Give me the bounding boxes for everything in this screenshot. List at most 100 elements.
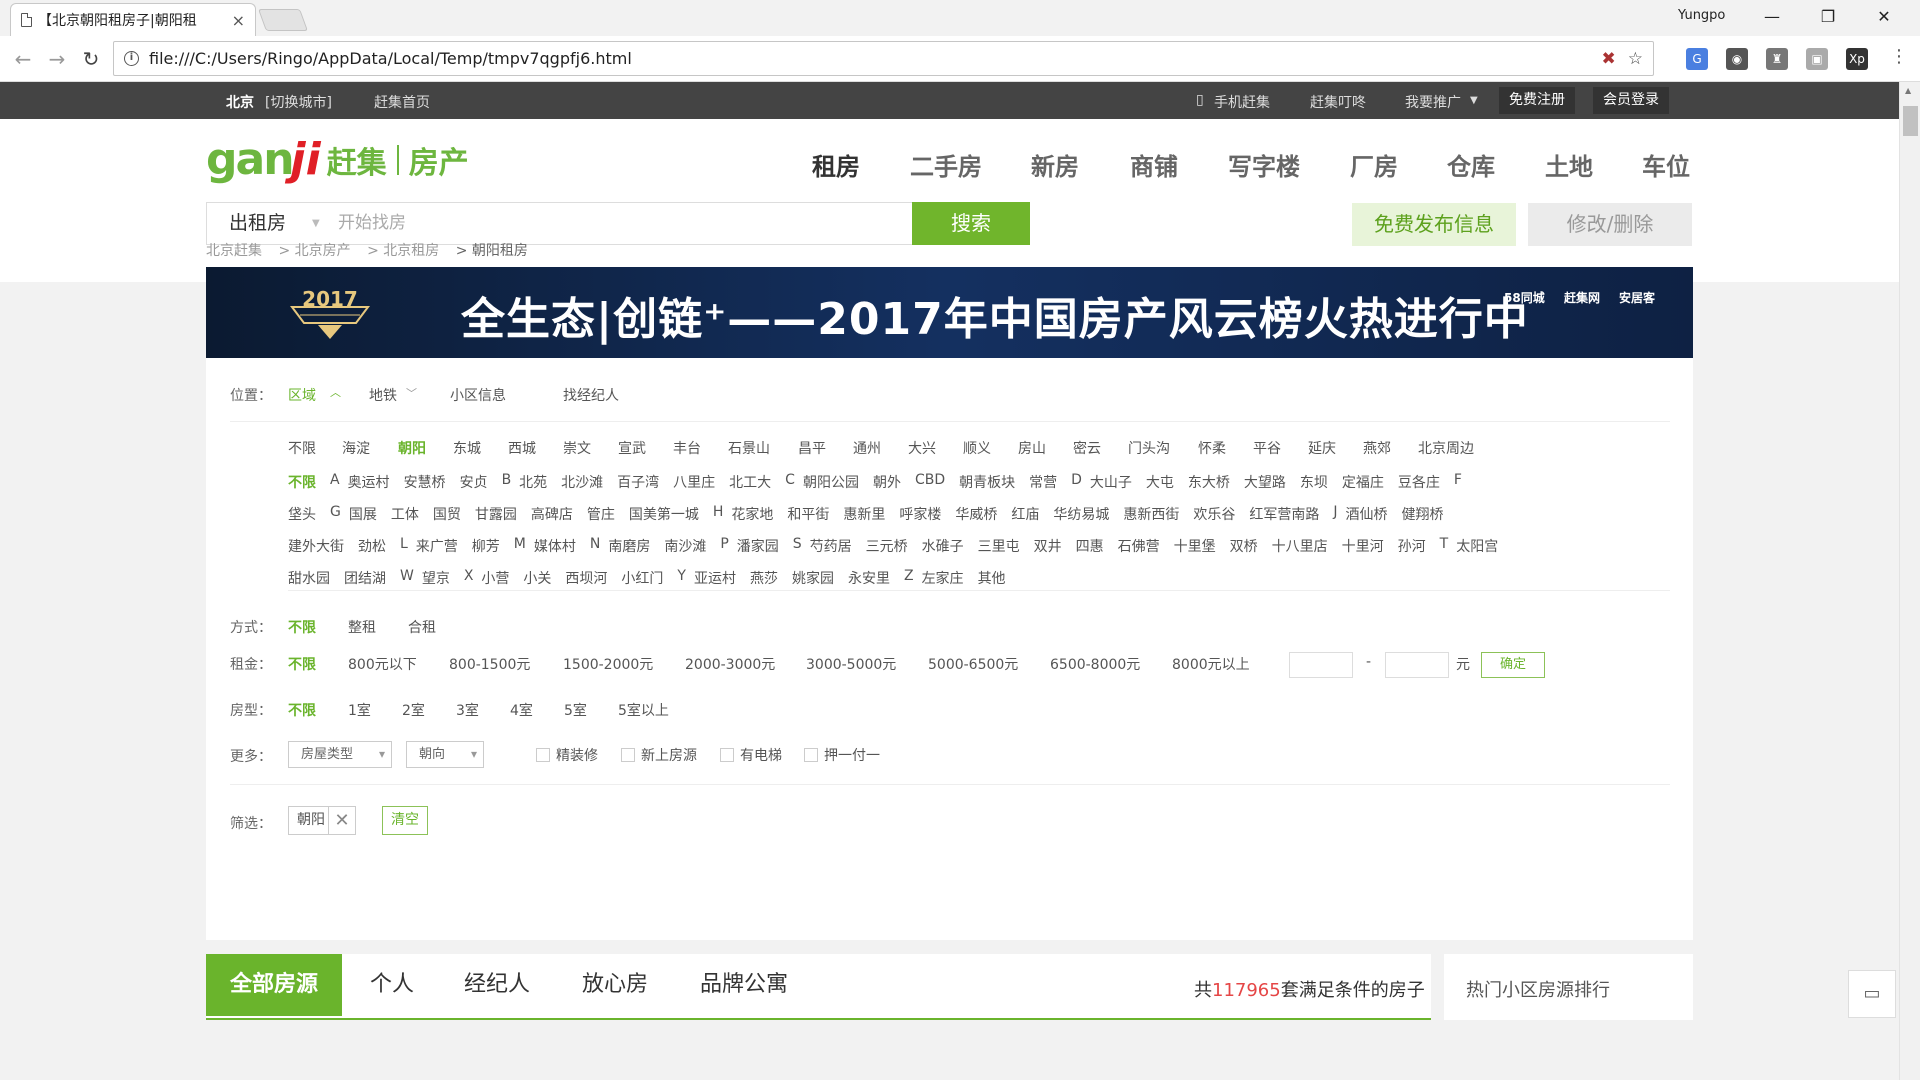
- area-item[interactable]: 惠新西街: [1123, 504, 1179, 524]
- ganji-logo[interactable]: gan ji 赶集 房产: [206, 134, 469, 185]
- checkbox[interactable]: [720, 748, 734, 762]
- extension-icon[interactable]: ◉: [1726, 48, 1748, 70]
- district-item[interactable]: 不限: [288, 438, 316, 458]
- breadcrumb-item[interactable]: 北京赶集: [206, 243, 262, 259]
- area-item[interactable]: 水碓子: [922, 536, 964, 556]
- area-item[interactable]: 永安里: [848, 568, 890, 588]
- area-item[interactable]: 十里河: [1342, 536, 1384, 556]
- area-item[interactable]: 红军营南路: [1249, 504, 1319, 524]
- area-item[interactable]: 大山子: [1090, 472, 1132, 492]
- area-item[interactable]: 北沙滩: [561, 472, 603, 492]
- feedback-icon[interactable]: ▭: [1848, 970, 1896, 1018]
- nav-factory[interactable]: 厂房: [1350, 147, 1398, 182]
- area-item[interactable]: 酒仙桥: [1346, 504, 1388, 524]
- room-item[interactable]: 2室: [402, 700, 425, 720]
- district-item[interactable]: 宣武: [618, 438, 646, 458]
- tab-trusted[interactable]: 放心房: [582, 954, 648, 1016]
- area-item[interactable]: 四惠: [1076, 536, 1104, 556]
- ganji-home-link[interactable]: 赶集首页: [374, 92, 430, 112]
- district-item[interactable]: 平谷: [1253, 438, 1281, 458]
- location-tab-subway[interactable]: 地铁: [369, 385, 397, 405]
- district-item[interactable]: 北京周边: [1418, 438, 1474, 458]
- area-item[interactable]: 朝青板块: [959, 472, 1015, 492]
- area-item[interactable]: 欢乐谷: [1193, 504, 1235, 524]
- tab-personal[interactable]: 个人: [370, 954, 414, 1016]
- area-item[interactable]: 建外大街: [288, 536, 344, 556]
- check-elevator[interactable]: 有电梯: [720, 745, 782, 765]
- nav-parking[interactable]: 车位: [1642, 147, 1690, 182]
- rent-item[interactable]: 2000-3000元: [685, 654, 775, 674]
- checkbox[interactable]: [621, 748, 635, 762]
- area-item[interactable]: CBD: [915, 472, 945, 488]
- area-item[interactable]: 华纺易城: [1053, 504, 1109, 524]
- check-deposit[interactable]: 押一付一: [804, 745, 880, 765]
- mode-item[interactable]: 合租: [408, 617, 436, 637]
- nav-shop[interactable]: 商铺: [1130, 147, 1178, 182]
- publish-button[interactable]: 免费发布信息: [1352, 203, 1516, 246]
- district-item[interactable]: 朝阳: [398, 438, 426, 458]
- nav-newhouse[interactable]: 新房: [1031, 147, 1079, 182]
- promote-menu[interactable]: 我要推广: [1405, 92, 1461, 112]
- rent-item[interactable]: 800元以下: [348, 654, 417, 674]
- rent-item[interactable]: 8000元以上: [1172, 654, 1250, 674]
- area-item[interactable]: 大望路: [1244, 472, 1286, 492]
- scroll-thumb[interactable]: [1903, 106, 1918, 136]
- rent-item[interactable]: 6500-8000元: [1050, 654, 1140, 674]
- area-item[interactable]: 左家庄: [922, 568, 964, 588]
- area-item[interactable]: 双井: [1034, 536, 1062, 556]
- close-window-button[interactable]: ✕: [1864, 4, 1904, 30]
- district-item[interactable]: 崇文: [563, 438, 591, 458]
- scroll-up-icon[interactable]: ▲: [1905, 86, 1911, 95]
- url-text[interactable]: file:///C:/Users/Ringo/AppData/Local/Tem…: [149, 49, 1590, 68]
- area-item[interactable]: 北苑: [519, 472, 547, 492]
- area-item[interactable]: 大屯: [1146, 472, 1174, 492]
- area-item[interactable]: 奥运村: [348, 472, 390, 492]
- area-item[interactable]: 亚运村: [694, 568, 736, 588]
- check-new-listing[interactable]: 新上房源: [621, 745, 697, 765]
- promo-banner[interactable]: 2017 全生态|创链⁺——2017年中国房产风云榜火热进行中 58同城 赶集网…: [206, 267, 1693, 358]
- rent-item[interactable]: 5000-6500元: [928, 654, 1018, 674]
- area-item[interactable]: 小营: [481, 568, 509, 588]
- area-item[interactable]: 垡头: [288, 504, 316, 524]
- forward-icon[interactable]: →: [44, 46, 70, 72]
- remove-filter-icon[interactable]: ✕: [328, 806, 356, 835]
- area-item[interactable]: 管庄: [587, 504, 615, 524]
- min-price-input[interactable]: [1289, 652, 1353, 678]
- reload-icon[interactable]: ↻: [78, 46, 104, 72]
- district-item[interactable]: 丰台: [673, 438, 701, 458]
- area-item[interactable]: 甜水园: [288, 568, 330, 588]
- area-item[interactable]: 呼家楼: [899, 504, 941, 524]
- district-item[interactable]: 海淀: [342, 438, 370, 458]
- bookmark-star-icon[interactable]: ☆: [1628, 49, 1643, 69]
- area-item[interactable]: 惠新里: [843, 504, 885, 524]
- room-item[interactable]: 1室: [348, 700, 371, 720]
- area-item[interactable]: 太阳宫: [1456, 536, 1498, 556]
- extension-icon[interactable]: Xp: [1846, 48, 1868, 70]
- location-tab-community[interactable]: 小区信息: [450, 385, 506, 405]
- area-item[interactable]: 燕莎: [750, 568, 778, 588]
- mode-item[interactable]: 整租: [348, 617, 376, 637]
- room-item[interactable]: 3室: [456, 700, 479, 720]
- breadcrumb-item[interactable]: > 北京房产: [278, 243, 350, 259]
- area-item[interactable]: 媒体村: [534, 536, 576, 556]
- checkbox[interactable]: [536, 748, 550, 762]
- district-item[interactable]: 通州: [853, 438, 881, 458]
- restore-button[interactable]: ❐: [1808, 4, 1848, 30]
- district-item[interactable]: 顺义: [963, 438, 991, 458]
- info-icon[interactable]: i: [124, 51, 139, 66]
- district-item[interactable]: 大兴: [908, 438, 936, 458]
- district-item[interactable]: 燕郊: [1363, 438, 1391, 458]
- area-item[interactable]: 安慧桥: [404, 472, 446, 492]
- rent-item[interactable]: 3000-5000元: [806, 654, 896, 674]
- area-item[interactable]: 健翔桥: [1402, 504, 1444, 524]
- extension-icon[interactable]: ♜: [1766, 48, 1788, 70]
- area-item[interactable]: 小关: [523, 568, 551, 588]
- area-item[interactable]: 孙河: [1398, 536, 1426, 556]
- tab-close-icon[interactable]: ×: [232, 11, 245, 30]
- district-item[interactable]: 东城: [453, 438, 481, 458]
- blocked-plugin-icon[interactable]: ✖: [1602, 49, 1616, 69]
- area-item[interactable]: 朝外: [873, 472, 901, 492]
- hot-community-ranking[interactable]: 热门小区房源排行: [1444, 954, 1693, 1020]
- area-item[interactable]: 定福庄: [1342, 472, 1384, 492]
- mobile-ganji-link[interactable]: 手机赶集: [1214, 92, 1270, 112]
